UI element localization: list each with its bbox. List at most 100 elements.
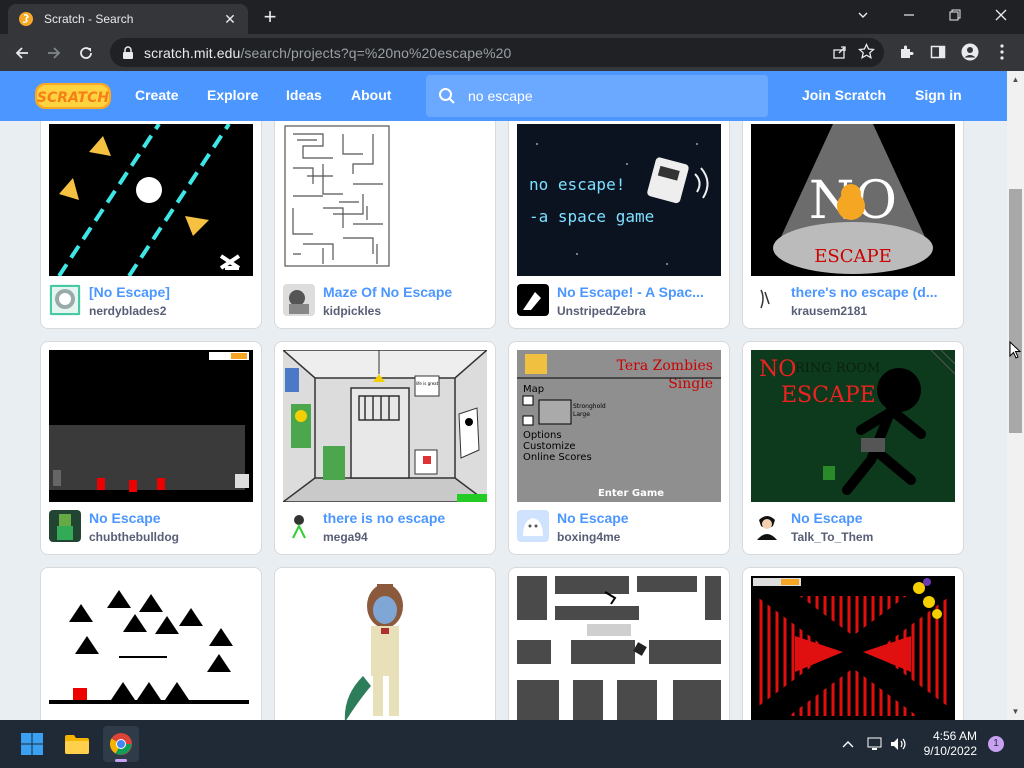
project-title[interactable]: there's no escape (d... xyxy=(791,284,955,300)
project-card[interactable]: NO ESCAPE there's no escape (d... krause… xyxy=(742,121,964,329)
restore-icon[interactable] xyxy=(932,0,978,30)
extensions-icon[interactable] xyxy=(896,42,916,62)
project-card[interactable]: NO RING ROOM ESCAPE No Escape Talk_To_Th… xyxy=(742,341,964,555)
tab-close-icon[interactable]: ✕ xyxy=(222,11,238,27)
project-author[interactable]: kidpickles xyxy=(323,304,381,318)
network-icon[interactable] xyxy=(866,735,884,753)
address-bar[interactable]: scratch.mit.edu/search/projects?q=%20no%… xyxy=(110,38,884,67)
project-title[interactable]: No Escape xyxy=(557,510,721,526)
project-card[interactable]: [No Escape] nerdyblades2 xyxy=(40,121,262,329)
project-thumbnail[interactable] xyxy=(49,350,253,502)
project-author[interactable]: UnstripedZebra xyxy=(557,304,646,318)
project-thumbnail[interactable]: Tera Zombies Single Map Stronghold Large… xyxy=(517,350,721,502)
join-scratch-link[interactable]: Join Scratch xyxy=(802,87,886,103)
author-avatar[interactable] xyxy=(517,284,549,316)
chrome-taskbar-button[interactable] xyxy=(103,726,139,762)
start-button[interactable] xyxy=(14,726,50,762)
project-thumbnail[interactable] xyxy=(49,124,253,276)
svg-text:Customize: Customize xyxy=(523,441,576,452)
project-author[interactable]: nerdyblades2 xyxy=(89,304,166,318)
project-thumbnail[interactable] xyxy=(517,576,721,720)
project-card[interactable] xyxy=(742,567,964,720)
project-title[interactable]: [No Escape] xyxy=(89,284,253,300)
project-title[interactable]: Maze Of No Escape xyxy=(323,284,487,300)
sign-in-link[interactable]: Sign in xyxy=(915,87,962,103)
tab-search-icon[interactable] xyxy=(840,0,886,30)
svg-text:Map: Map xyxy=(523,384,544,395)
project-card[interactable]: life is great there is no escape mega94 xyxy=(274,341,496,555)
notification-badge[interactable]: 1 xyxy=(988,736,1004,752)
thumbnail-image: NO ESCAPE xyxy=(751,124,955,276)
page-scrollbar[interactable]: ▲ ▼ xyxy=(1007,71,1024,720)
project-thumbnail[interactable] xyxy=(49,576,253,720)
menu-kebab-icon[interactable] xyxy=(992,42,1012,62)
author-avatar[interactable] xyxy=(517,510,549,542)
project-author[interactable]: krausem2181 xyxy=(791,304,867,318)
author-avatar[interactable] xyxy=(49,284,81,316)
project-title[interactable]: there is no escape xyxy=(323,510,487,526)
file-explorer-button[interactable] xyxy=(59,726,95,762)
project-card[interactable]: No Escape chubthebulldog xyxy=(40,341,262,555)
project-card[interactable] xyxy=(40,567,262,720)
scroll-up-icon[interactable]: ▲ xyxy=(1011,75,1020,84)
search-box[interactable] xyxy=(426,75,768,117)
volume-icon[interactable] xyxy=(890,735,908,753)
author-avatar[interactable] xyxy=(751,284,783,316)
author-avatar[interactable] xyxy=(751,510,783,542)
reload-icon[interactable] xyxy=(73,40,99,66)
search-input[interactable] xyxy=(468,83,758,109)
forward-icon[interactable] xyxy=(41,40,67,66)
back-icon[interactable] xyxy=(9,40,35,66)
project-author[interactable]: Talk_To_Them xyxy=(791,530,873,544)
project-card[interactable]: Tera Zombies Single Map Stronghold Large… xyxy=(508,341,730,555)
nav-about[interactable]: About xyxy=(351,87,391,103)
tab-title: Scratch - Search xyxy=(44,12,134,26)
svg-text:SCRATCH: SCRATCH xyxy=(37,90,109,106)
project-title[interactable]: No Escape xyxy=(791,510,955,526)
project-card[interactable] xyxy=(508,567,730,720)
search-results-grid: [No Escape] nerdyblades2 Maze Of No Esca… xyxy=(0,121,1007,720)
clock[interactable]: 4:56 AM 9/10/2022 xyxy=(924,729,977,759)
thumbnail-image: no escape! -a space game xyxy=(517,124,721,276)
project-author[interactable]: chubthebulldog xyxy=(89,530,179,544)
project-thumbnail[interactable] xyxy=(283,124,487,276)
project-author[interactable]: boxing4me xyxy=(557,530,620,544)
project-thumbnail[interactable]: no escape! -a space game xyxy=(517,124,721,276)
project-card[interactable]: no escape! -a space game No Escape! - A … xyxy=(508,121,730,329)
author-avatar[interactable] xyxy=(283,284,315,316)
tray-chevron-up-icon[interactable] xyxy=(839,735,857,753)
project-card[interactable]: Maze Of No Escape kidpickles xyxy=(274,121,496,329)
nav-explore[interactable]: Explore xyxy=(207,87,258,103)
project-thumbnail[interactable]: NO ESCAPE xyxy=(751,124,955,276)
project-card[interactable] xyxy=(274,567,496,720)
nav-create[interactable]: Create xyxy=(135,87,179,103)
thumbnail-image xyxy=(49,350,253,502)
project-thumbnail[interactable] xyxy=(751,576,955,720)
close-window-icon[interactable] xyxy=(978,0,1024,30)
project-author[interactable]: mega94 xyxy=(323,530,368,544)
browser-toolbar: scratch.mit.edu/search/projects?q=%20no%… xyxy=(0,34,1024,71)
svg-text:Options: Options xyxy=(523,430,562,441)
mouse-cursor-icon xyxy=(1009,341,1021,359)
new-tab-icon[interactable]: + xyxy=(258,6,282,30)
scroll-down-icon[interactable]: ▼ xyxy=(1011,707,1020,716)
project-thumbnail[interactable] xyxy=(283,576,487,720)
thumbnail-image xyxy=(49,576,253,720)
side-panel-icon[interactable] xyxy=(928,42,948,62)
share-icon[interactable] xyxy=(832,44,850,62)
author-avatar[interactable] xyxy=(49,510,81,542)
url-path: /search/projects?q=%20no%20escape%20 xyxy=(240,44,512,61)
thumbnail-image: Tera Zombies Single Map Stronghold Large… xyxy=(517,350,721,502)
scrollbar-thumb[interactable] xyxy=(1009,189,1022,433)
scratch-logo[interactable]: SCRATCH xyxy=(34,81,112,111)
project-title[interactable]: No Escape xyxy=(89,510,253,526)
author-avatar[interactable] xyxy=(283,510,315,542)
project-thumbnail[interactable]: NO RING ROOM ESCAPE xyxy=(751,350,955,502)
minimize-icon[interactable] xyxy=(886,0,932,30)
nav-ideas[interactable]: Ideas xyxy=(286,87,322,103)
project-thumbnail[interactable]: life is great xyxy=(283,350,487,502)
bookmark-star-icon[interactable] xyxy=(857,42,876,61)
project-title[interactable]: No Escape! - A Spac... xyxy=(557,284,721,300)
browser-tab[interactable]: Scratch - Search ✕ xyxy=(8,4,248,34)
profile-icon[interactable] xyxy=(960,42,980,62)
